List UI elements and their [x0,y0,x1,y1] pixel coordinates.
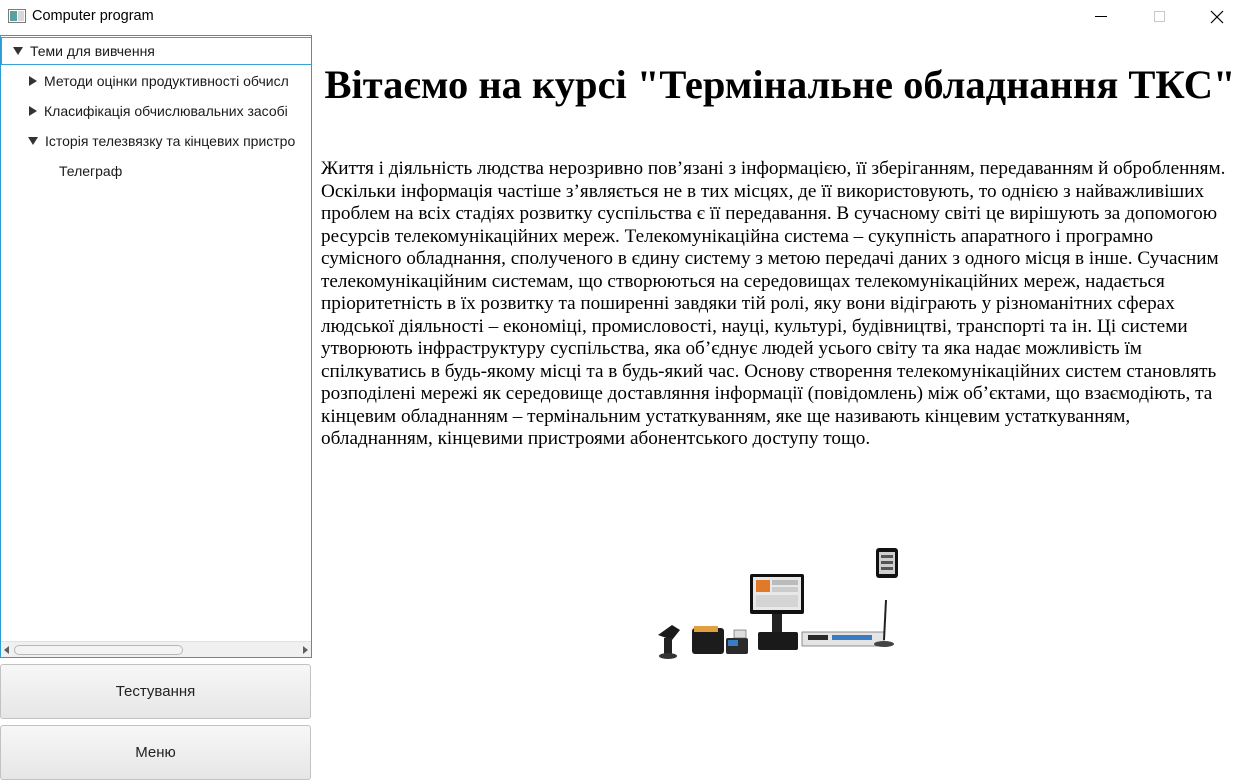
horizontal-scrollbar[interactable] [1,641,311,657]
collapsed-arrow-icon[interactable] [29,106,37,116]
tree-item-label: Теми для вивчення [30,43,155,59]
scroll-right-icon[interactable] [303,646,308,654]
tree-item-computing-classification[interactable]: Класифікація обчислювальних засобі [1,97,311,125]
maximize-button[interactable] [1130,0,1188,33]
tree-item-label: Методи оцінки продуктивності обчисл [44,73,289,89]
tree-item-label: Телеграф [59,163,123,179]
testing-button[interactable]: Тестування [0,664,311,719]
tree-item-telegraph[interactable]: Телеграф [1,157,311,185]
scrollbar-thumb[interactable] [14,645,183,655]
title-bar: Computer program [0,0,1246,33]
tree-item-label: Історія телезвязку та кінцевих пристро [45,133,296,149]
tree-item-topics-root[interactable]: Теми для вивчення [1,37,311,65]
minimize-button[interactable] [1072,0,1130,33]
tree-item-label: Класифікація обчислювальних засобі [44,103,288,119]
expand-arrow-icon[interactable] [28,137,38,145]
collapsed-arrow-icon[interactable] [29,76,37,86]
intro-paragraph: Життя і діяльність людства нерозривно по… [321,158,1226,449]
maximize-icon [1153,11,1165,22]
scroll-left-icon[interactable] [4,646,9,654]
menu-button[interactable]: Меню [0,725,311,780]
minimize-icon [1095,16,1107,17]
topics-tree[interactable]: Теми для вивчення Методи оцінки продукти… [0,35,312,658]
page-title: Вітаємо на курсі "Термінальне обладнання… [324,62,1236,107]
tree-item-performance-methods[interactable]: Методи оцінки продуктивності обчисл [1,67,311,95]
app-icon [8,9,26,23]
close-icon [1210,10,1224,23]
window-title: Computer program [32,8,154,24]
close-button[interactable] [1188,0,1246,33]
terminal-equipment-image [658,548,898,659]
tree-item-telecom-history[interactable]: Історія телезвязку та кінцевих пристро [1,127,311,155]
expand-arrow-icon[interactable] [13,47,23,55]
